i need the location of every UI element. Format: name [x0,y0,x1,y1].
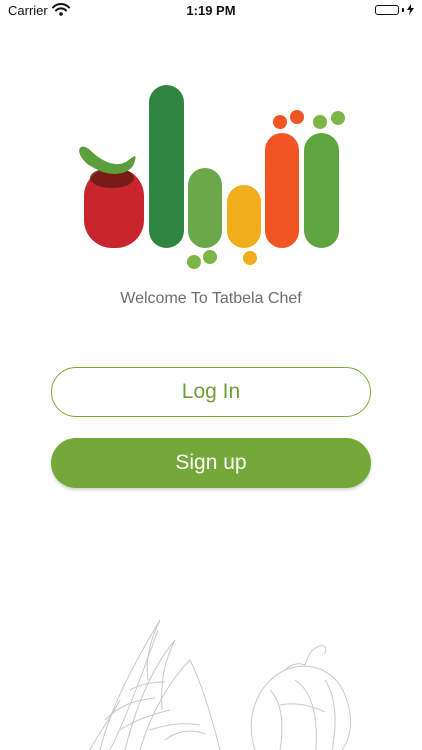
tatbela-logo [79,85,345,269]
battery-icon [375,4,399,15]
welcome-text: Welcome To Tatbela Chef [120,290,302,307]
signup-button[interactable]: Sign up [51,438,371,488]
bolt-icon [407,4,414,15]
login-button[interactable]: Log In [51,367,371,417]
status-time: 1:19 PM [186,3,236,18]
status-bar: Carrier 1:19 PM [0,0,422,22]
battery-indicator [375,4,414,15]
vegetables-sketch-icon [89,619,352,750]
